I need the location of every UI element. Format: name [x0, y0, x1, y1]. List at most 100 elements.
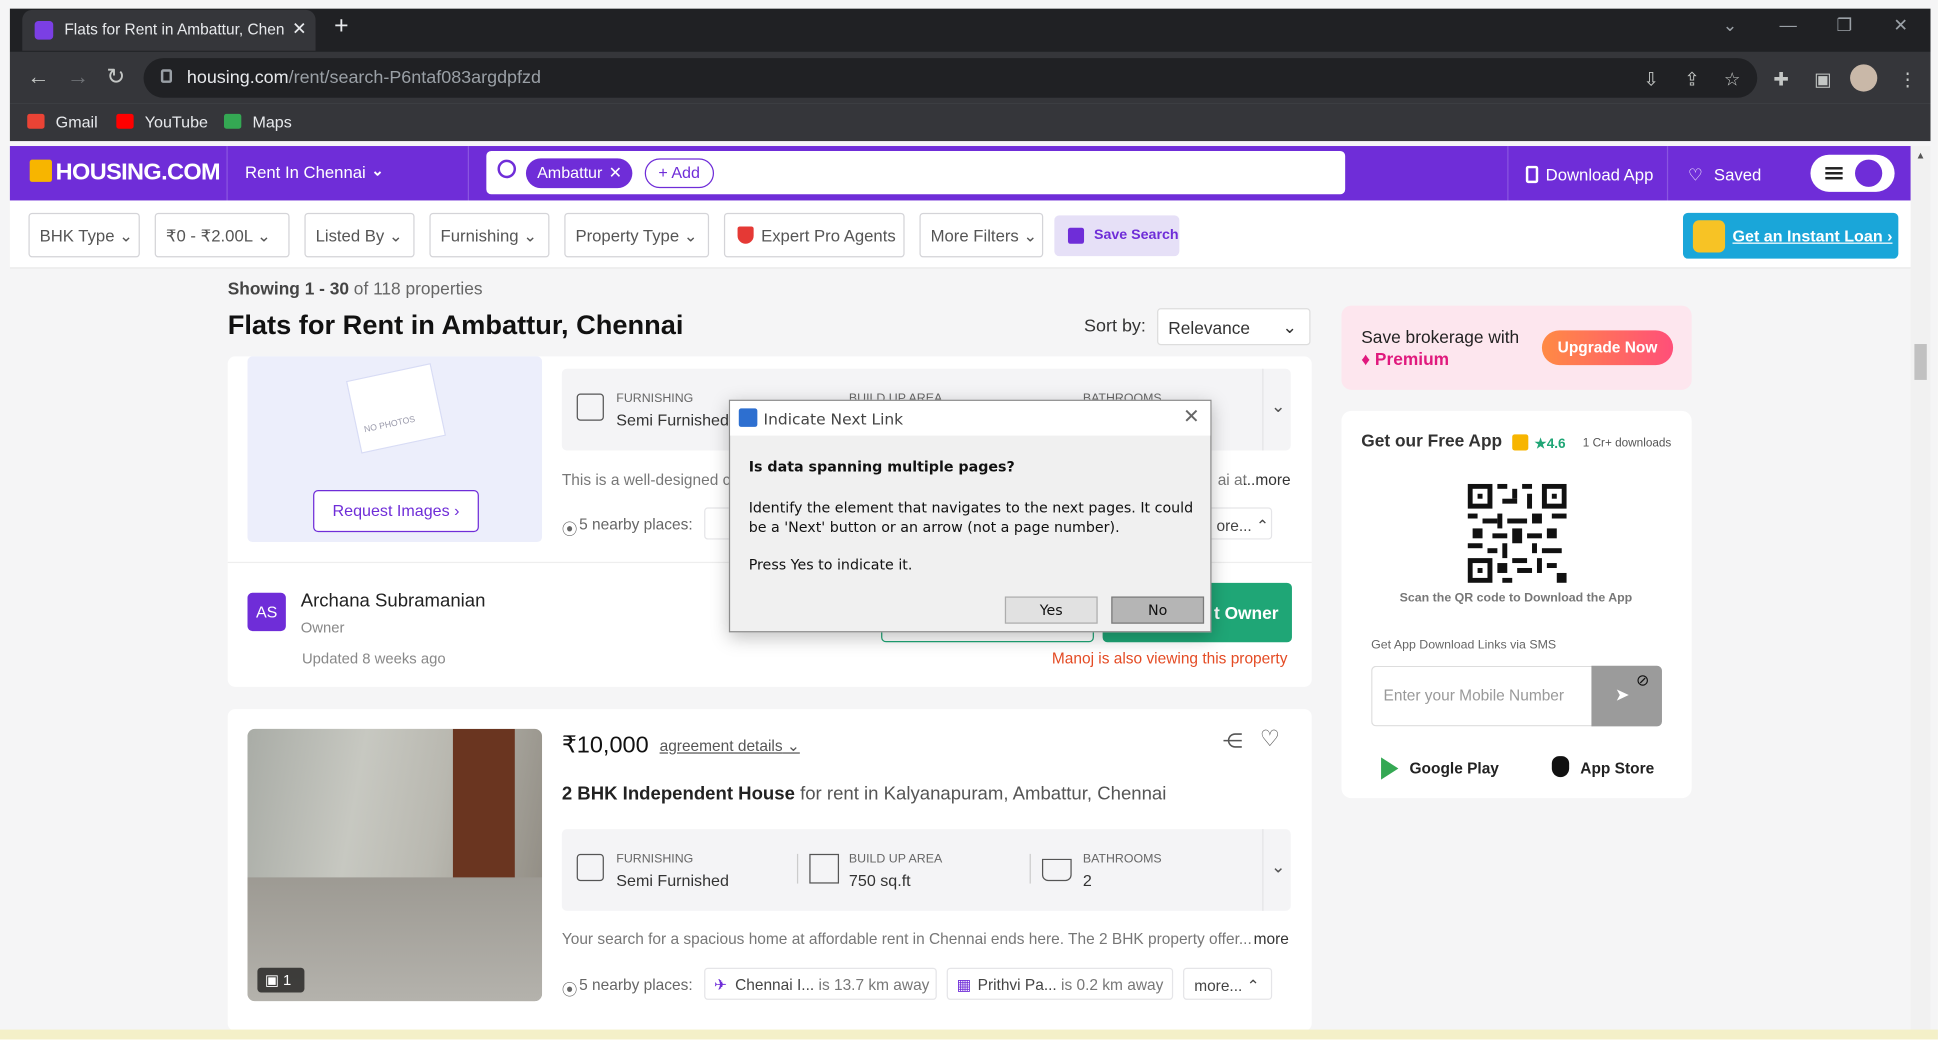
request-images-button[interactable]: Request Images › [313, 490, 479, 533]
owner-name: Archana Subramanian [300, 590, 486, 612]
filter-bhk-type[interactable]: BHK Type ⌄ [28, 212, 140, 258]
bottom-banner-strip [0, 1029, 1938, 1040]
save-search-label: Save Search [1093, 227, 1179, 243]
chip-remove-icon[interactable]: ✕ [609, 158, 622, 188]
furnishing-label: FURNISHING [616, 852, 694, 867]
mobile-number-input[interactable]: Enter your Mobile Number [1371, 665, 1593, 727]
account-menu[interactable] [1810, 154, 1895, 192]
photo-frame-icon [345, 363, 447, 454]
filter-expert-pro-agents[interactable]: Expert Pro Agents [723, 212, 905, 258]
filter-property-type[interactable]: Property Type ⌄ [564, 212, 710, 258]
app-store-link[interactable]: App Store [1580, 760, 1654, 777]
housing-app-icon [1512, 434, 1529, 451]
housing-logo[interactable]: HOUSING.COM [29, 159, 221, 187]
yes-button[interactable]: Yes [1004, 596, 1098, 624]
filter-furnishing[interactable]: Furnishing ⌄ [429, 212, 550, 258]
locality-chip[interactable]: Ambattur ✕ [525, 158, 633, 189]
phone-icon [1525, 165, 1539, 184]
shield-icon [737, 226, 754, 244]
filter-label: BHK Type [39, 226, 115, 246]
google-play-link[interactable]: Google Play [1410, 760, 1499, 777]
results-range: Showing 1 - 30 [227, 278, 349, 299]
filter-listed-by[interactable]: Listed By ⌄ [304, 212, 415, 258]
share-icon[interactable]: ⇪ [1684, 68, 1700, 90]
dialog-close-icon[interactable]: ✕ [1183, 405, 1200, 430]
property-location: for rent in Kalyanapuram, Ambattur, Chen… [794, 783, 1167, 805]
nearby-place-tag[interactable]: ▦ Prithvi Pa... is 0.2 km away [946, 967, 1174, 1000]
owner-role: Owner [300, 618, 345, 637]
tab-title: Flats for Rent in Ambattur, Chenn [64, 21, 285, 39]
add-locality-button[interactable]: + Add [644, 158, 714, 189]
scroll-up-icon[interactable]: ▲ [1916, 150, 1926, 161]
bookmark-youtube[interactable]: YouTube [145, 113, 208, 132]
saved-label: Saved [1713, 165, 1762, 185]
property-photo[interactable] [247, 728, 543, 1002]
agreement-details-link[interactable]: agreement details ⌄ [660, 736, 800, 755]
extensions-icon[interactable]: ✚ [1773, 68, 1789, 90]
share-icon[interactable]: ⋲ [1223, 729, 1243, 754]
area-label: BUILD UP AREA [848, 852, 943, 867]
chevron-down-icon: ⌄ [1270, 396, 1286, 416]
nearby-label: 5 nearby places: [579, 516, 693, 534]
sort-select[interactable]: Relevance ⌄ [1157, 308, 1311, 346]
side-panel-icon[interactable]: ▣ [1814, 68, 1832, 90]
browser-tab[interactable]: Flats for Rent in Ambattur, Chenn ✕ [22, 9, 316, 51]
divider [1029, 853, 1031, 884]
location-search[interactable]: Ambattur ✕ + Add [486, 150, 1346, 195]
nearby-place-tag[interactable]: ✈ Chennai I... is 13.7 km away [704, 967, 937, 1000]
scrollbar-thumb[interactable] [1914, 344, 1927, 380]
logo-icon [29, 159, 52, 182]
bookmark-maps[interactable]: Maps [252, 113, 291, 132]
install-icon[interactable]: ⇩ [1643, 68, 1659, 90]
dialog-prompt: Press Yes to indicate it. [748, 555, 913, 573]
more-places-button[interactable]: ore... ⌃ [1205, 507, 1273, 540]
new-tab-icon[interactable]: + [334, 14, 348, 39]
save-search-button[interactable]: Save Search [1054, 215, 1180, 257]
not-allowed-icon: ⊘ [1635, 670, 1650, 690]
contact-label: t Owner [1213, 602, 1279, 623]
filter-budget[interactable]: ₹0 - ₹2.00L ⌄ [154, 212, 290, 258]
send-sms-button[interactable]: ➤ ⊘ [1591, 665, 1662, 727]
gmail-icon [27, 113, 45, 129]
premium-label: ♦ Premium [1361, 348, 1450, 369]
page-scrollbar[interactable] [1910, 146, 1931, 1040]
url-text: housing.com/rent/search-P6ntaf083argdpfz… [187, 68, 541, 88]
address-bar[interactable]: housing.com/rent/search-P6ntaf083argdpfz… [143, 58, 1758, 98]
more-places-button[interactable]: more... ⌃ [1183, 967, 1273, 1000]
saved-button[interactable]: ♡ Saved [1671, 146, 1795, 200]
bookmark-star-icon[interactable]: ☆ [1724, 68, 1741, 90]
profile-avatar[interactable] [1850, 64, 1878, 92]
tab-search-icon[interactable]: ⌄ [1723, 15, 1738, 36]
tab-close-icon[interactable]: ✕ [292, 19, 307, 40]
expand-details-button[interactable]: ⌄ [1262, 829, 1290, 911]
forward-icon[interactable]: → [67, 64, 89, 90]
app-rating: ★4.6 [1534, 436, 1566, 452]
back-icon[interactable]: ← [27, 64, 49, 90]
reload-icon[interactable]: ↻ [106, 64, 125, 90]
results-total: of 118 properties [353, 278, 483, 299]
instant-loan-button[interactable]: Get an Instant Loan › [1682, 212, 1899, 259]
window-close-icon[interactable]: ✕ [1893, 15, 1908, 36]
no-button[interactable]: No [1111, 596, 1205, 624]
expand-details-button[interactable]: ⌄ [1262, 368, 1290, 451]
property-title[interactable]: 2 BHK Independent House for rent in Kaly… [562, 783, 1167, 804]
filter-more-filters[interactable]: More Filters ⌄ [919, 212, 1044, 258]
heart-icon[interactable]: ♡ [1260, 726, 1280, 752]
next-link-dialog: Indicate Next Link ✕ Is data spanning mu… [728, 399, 1212, 633]
upgrade-now-button[interactable]: Upgrade Now [1541, 330, 1674, 366]
nearby-label: 5 nearby places: [579, 976, 693, 994]
url-host: housing.com [186, 68, 289, 88]
city-selector[interactable]: Rent In Chennai ⌄ [226, 146, 470, 201]
chrome-menu-icon[interactable]: ⋮ [1898, 68, 1917, 90]
description-more-link[interactable]: ...more [1242, 471, 1290, 488]
restore-icon[interactable]: ❐ [1836, 15, 1852, 36]
area-icon [809, 853, 840, 884]
city-label: Rent In Chennai [245, 163, 366, 182]
bathtub-icon [1041, 858, 1072, 882]
description-more-link[interactable]: more [1254, 931, 1289, 948]
bookmark-gmail[interactable]: Gmail [56, 113, 98, 132]
place-distance: is 13.7 km away [818, 976, 930, 994]
download-app-button[interactable]: Download App [1507, 146, 1669, 201]
minimize-icon[interactable]: — [1780, 15, 1797, 35]
hamburger-icon [1825, 167, 1843, 170]
